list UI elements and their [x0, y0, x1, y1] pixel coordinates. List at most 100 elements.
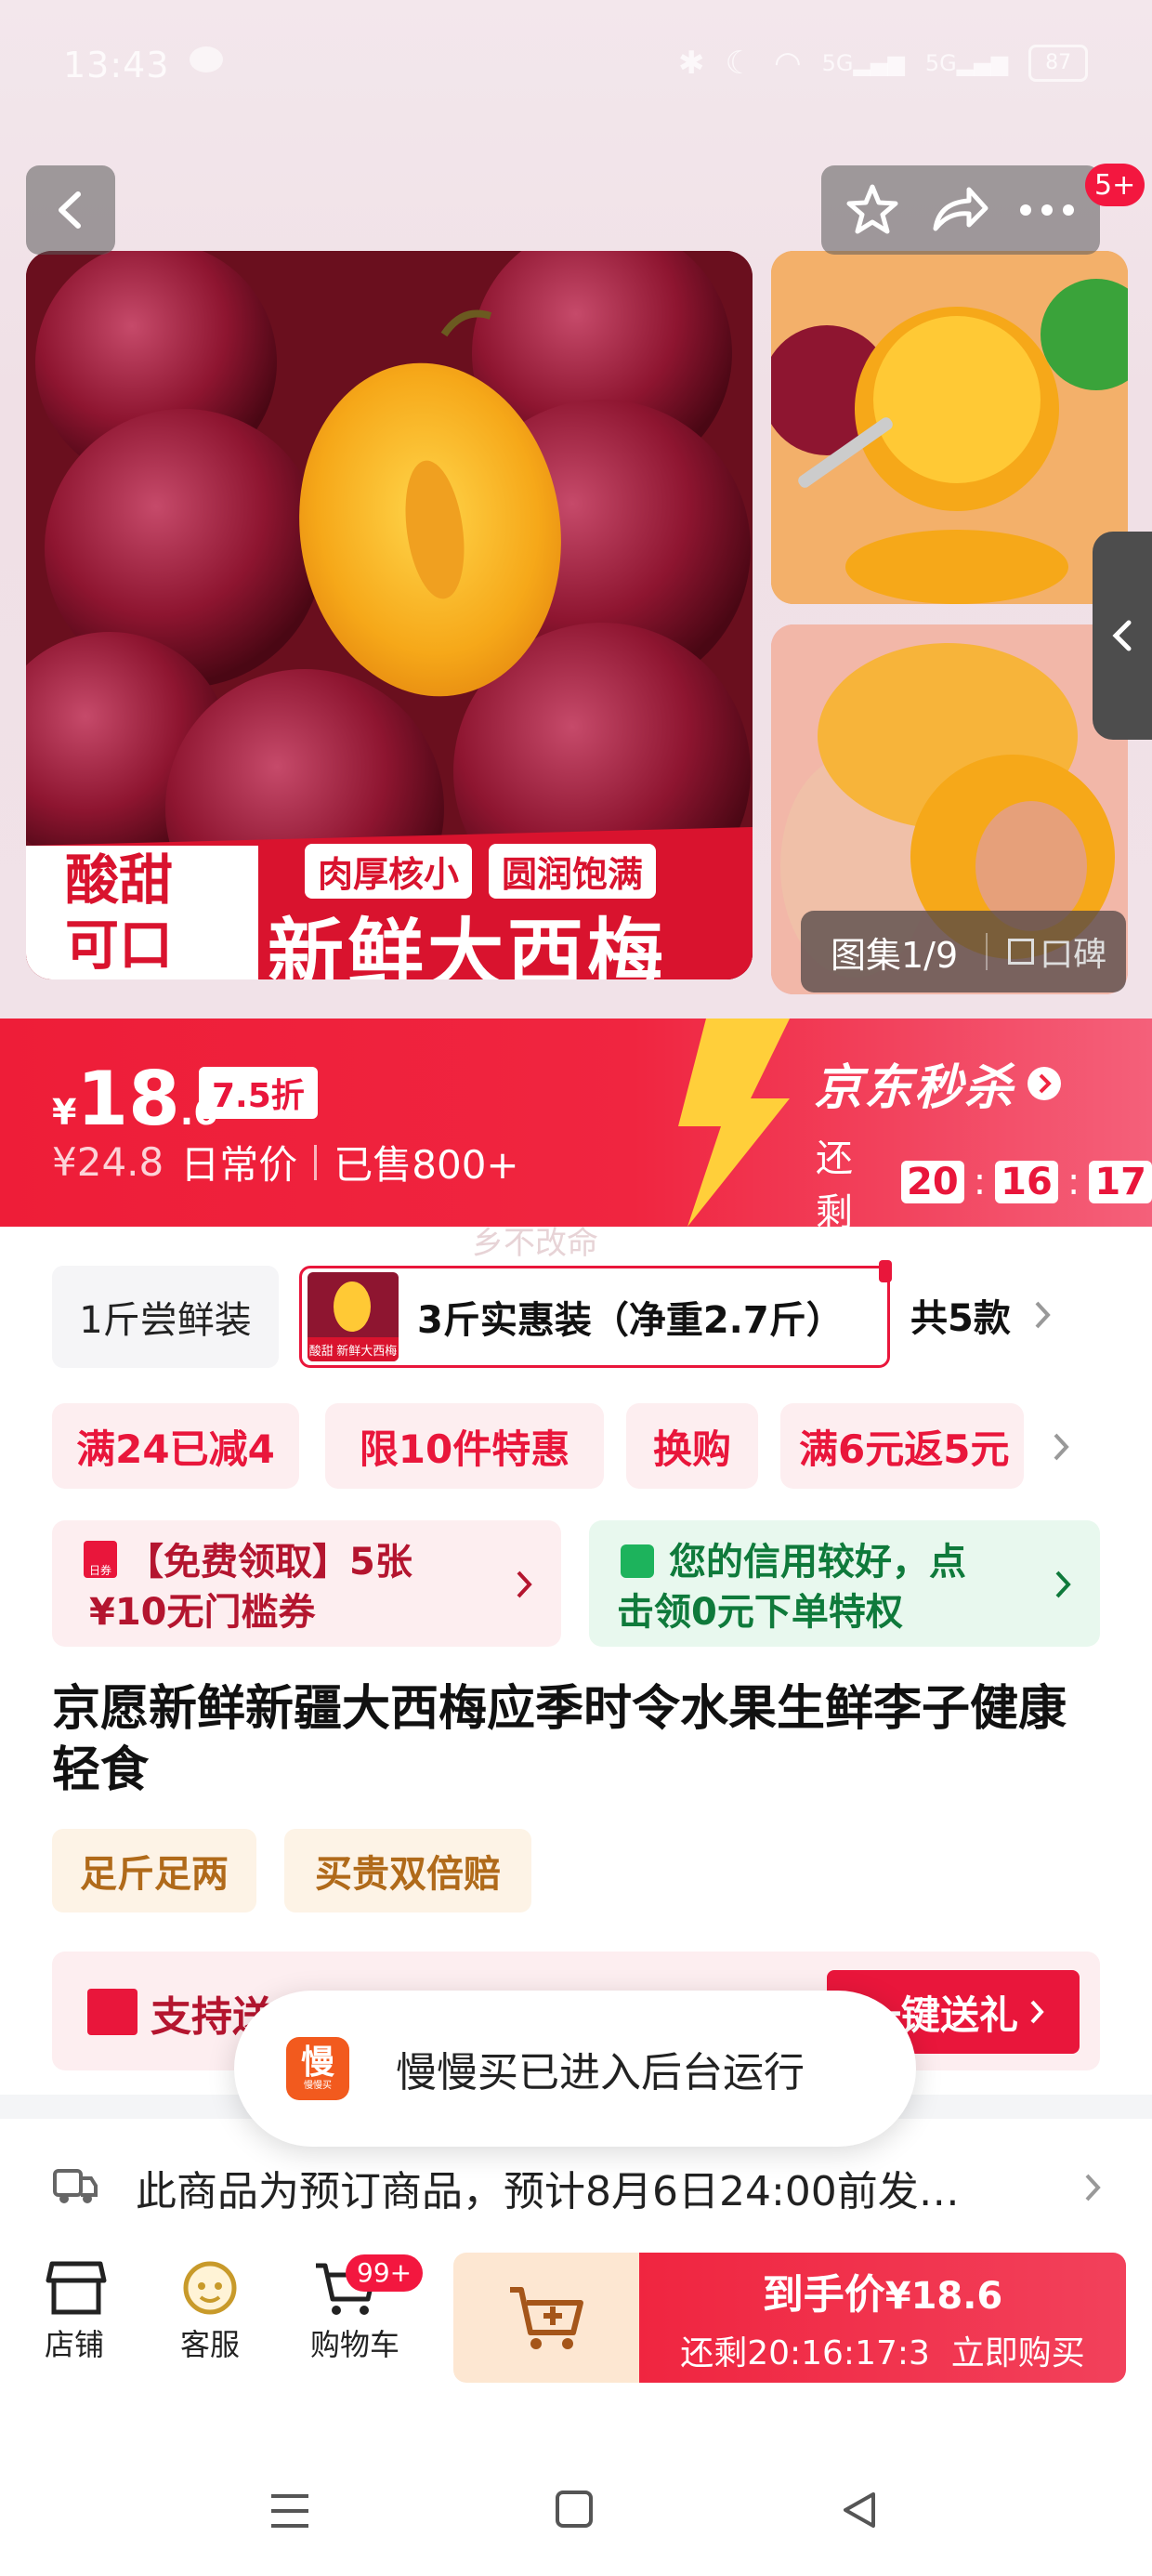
- background-run-toast: 慢 慢慢买 慢慢买已进入后台运行: [234, 1991, 916, 2147]
- cart-count-badge: 99+: [346, 2254, 424, 2292]
- review-square-icon: [1008, 939, 1035, 965]
- coupon-left-line-2: ¥10无门槛券: [89, 1591, 316, 1634]
- main-badge-line-1: 酸甜: [65, 848, 174, 912]
- sku-option-1[interactable]: 1斤尝鲜装: [52, 1266, 279, 1368]
- seckill-price-bar[interactable]: ¥ 18 .6 7.5折 ¥24.8 日常价 已售800+ 京东秒杀 还剩 20…: [0, 1019, 1152, 1227]
- add-cart-icon: [510, 2287, 583, 2349]
- buy-price: ¥18.6: [884, 2275, 1003, 2318]
- share-icon[interactable]: [928, 182, 989, 238]
- moon-icon: ☾: [725, 45, 753, 82]
- wifi-icon: ◠: [773, 45, 802, 82]
- menu-lines-icon[interactable]: [268, 2491, 312, 2531]
- battery-icon: 87: [1028, 45, 1089, 82]
- customer-service-label: 客服: [179, 2327, 240, 2362]
- price-currency: ¥: [52, 1092, 77, 1133]
- buy-countdown-line: 还剩20:16:17:3 立即购买: [680, 2334, 1085, 2372]
- promo-chip-2-label: 限10件特惠: [359, 1426, 570, 1472]
- status-time: 13:43: [63, 45, 170, 85]
- store-button[interactable]: 店铺: [28, 2258, 121, 2388]
- credit-line-1: 您的信用较好，点: [669, 1541, 966, 1584]
- promo-chip-3-label: 换购: [652, 1426, 731, 1472]
- countdown-seconds: 17: [1089, 1161, 1152, 1203]
- back-triangle-icon[interactable]: [838, 2489, 879, 2531]
- shipping-info[interactable]: 此商品为预订商品，预计8月6日24:00前发…: [136, 2160, 1102, 2215]
- sold-count: 已售800+: [334, 1142, 519, 1188]
- promo-chip-4-label: 满6元返5元: [799, 1426, 1010, 1472]
- discount-badge: 7.5折: [199, 1067, 318, 1119]
- main-tag-1: 肉厚核小: [305, 844, 473, 899]
- lightning-icon: [678, 1019, 790, 1227]
- main-badge-line-2: 可口: [65, 913, 174, 977]
- sku-selected-marker: [879, 1260, 892, 1282]
- watermark-text: 乡不改命: [472, 1225, 598, 1262]
- sku-option-1-label: 1斤尝鲜装: [79, 1299, 252, 1342]
- original-price-label: 日常价: [180, 1142, 298, 1188]
- signal-2-icon: 5G▂▄▆: [924, 50, 1009, 76]
- main-product-image[interactable]: 酸甜 可口 肉厚核小 圆润饱满 新鲜大西梅: [26, 251, 753, 979]
- store-icon: [46, 2261, 107, 2315]
- app-logo-icon: 慢 慢慢买: [286, 2037, 349, 2100]
- sku-option-2[interactable]: 酸甜 新鲜大西梅 3斤实惠装（净重2.7斤）: [299, 1266, 890, 1368]
- status-icons: ✱ ☾ ◠ 5G▂▄▆ 5G▂▄▆ 87: [678, 45, 1089, 82]
- customer-service-icon: [183, 2261, 237, 2315]
- gift-box-icon: [87, 1989, 137, 2035]
- top-action-group: [821, 165, 1100, 255]
- gallery-counter[interactable]: 图集1/9 口碑: [801, 911, 1126, 992]
- app-logo-sub: 慢慢买: [304, 2081, 332, 2091]
- add-to-cart-button[interactable]: [453, 2253, 639, 2383]
- chevron-right-icon: [1035, 1301, 1051, 1329]
- sku-total-count[interactable]: 共5款: [910, 1288, 1052, 1342]
- app-logo-char: 慢: [300, 2044, 334, 2082]
- main-headline: 新鲜大西梅: [268, 911, 668, 979]
- sku-thumb-tag-2: 新鲜大西梅: [336, 1344, 398, 1359]
- system-navigation-bar: [0, 2444, 1152, 2576]
- cart-label: 购物车: [309, 2327, 399, 2362]
- promo-chip-1-label: 满24已减4: [76, 1426, 275, 1472]
- chevron-right-icon: [1055, 1571, 1071, 1598]
- chevron-right-icon: [1085, 2174, 1101, 2201]
- original-price: ¥24.8: [52, 1139, 164, 1185]
- promo-chip-4[interactable]: 满6元返5元: [780, 1403, 1024, 1489]
- countdown-hours: 20: [901, 1161, 964, 1203]
- bluetooth-icon: ✱: [678, 45, 705, 82]
- coupon-card-free[interactable]: 日券 【免费领取】5张 ¥10无门槛券: [52, 1520, 561, 1647]
- back-arrow-icon: [59, 191, 81, 229]
- countdown-sep-2: :: [1067, 1161, 1080, 1203]
- chevron-right-circle-icon: [1028, 1066, 1062, 1100]
- sku-thumb-tag-1: 酸甜: [308, 1344, 334, 1359]
- back-button[interactable]: [26, 165, 115, 255]
- promo-chip-1[interactable]: 满24已减4: [52, 1403, 299, 1489]
- product-title: 京愿新鲜新疆大西梅应季时令水果生鲜李子健康轻食: [52, 1681, 1067, 1798]
- gallery-review-label: 口碑: [1040, 936, 1107, 974]
- credit-privilege-card[interactable]: 您的信用较好，点 击领0元下单特权: [589, 1520, 1100, 1647]
- customer-service-button[interactable]: 客服: [164, 2258, 256, 2388]
- bottom-action-bar: 店铺 客服 购物车 99+ 到手价 ¥18.6 还剩20:16:17:3 立即购…: [0, 2230, 1152, 2444]
- more-dots-icon[interactable]: [1016, 201, 1078, 219]
- promo-more-chevron-icon[interactable]: [1052, 1431, 1070, 1463]
- buy-now-button[interactable]: 到手价 ¥18.6 还剩20:16:17:3 立即购买: [639, 2253, 1126, 2383]
- side-collapse-tab[interactable]: [1093, 532, 1152, 740]
- main-tag-2: 圆润饱满: [489, 844, 657, 899]
- chat-icon: [186, 43, 227, 88]
- credit-line-2: 击领0元下单特权: [617, 1591, 903, 1634]
- gallery-counter-text: 图集1/9: [831, 934, 959, 976]
- chevron-right-icon: [517, 1571, 532, 1598]
- countdown-minutes: 16: [995, 1161, 1058, 1203]
- countdown-label: 还剩: [816, 1137, 853, 1227]
- buy-price-prefix: 到手价: [762, 2271, 885, 2319]
- promo-chip-3[interactable]: 换购: [626, 1403, 758, 1489]
- delivery-truck-icon: [53, 2169, 98, 2203]
- store-label: 店铺: [44, 2327, 104, 2362]
- coupon-left-line-1: 【免费领取】5张: [126, 1541, 412, 1584]
- gallery-thumbnail-1[interactable]: [771, 251, 1128, 604]
- shipping-line-1: 此商品为预订商品，预计8月6日24:00前发…: [136, 2168, 960, 2215]
- signal-1-icon: 5G▂▄▆: [821, 50, 905, 76]
- product-tag-1: 足斤足两: [52, 1829, 256, 1912]
- sku-total-label: 共5款: [910, 1297, 1011, 1340]
- countdown-sep-1: :: [973, 1161, 987, 1203]
- promo-chip-2[interactable]: 限10件特惠: [325, 1403, 604, 1489]
- favorite-star-icon[interactable]: [844, 181, 901, 239]
- home-square-icon[interactable]: [554, 2489, 595, 2530]
- message-badge: 5+: [1085, 164, 1145, 206]
- sku-option-2-label: 3斤实惠装（净重2.7斤）: [417, 1299, 844, 1342]
